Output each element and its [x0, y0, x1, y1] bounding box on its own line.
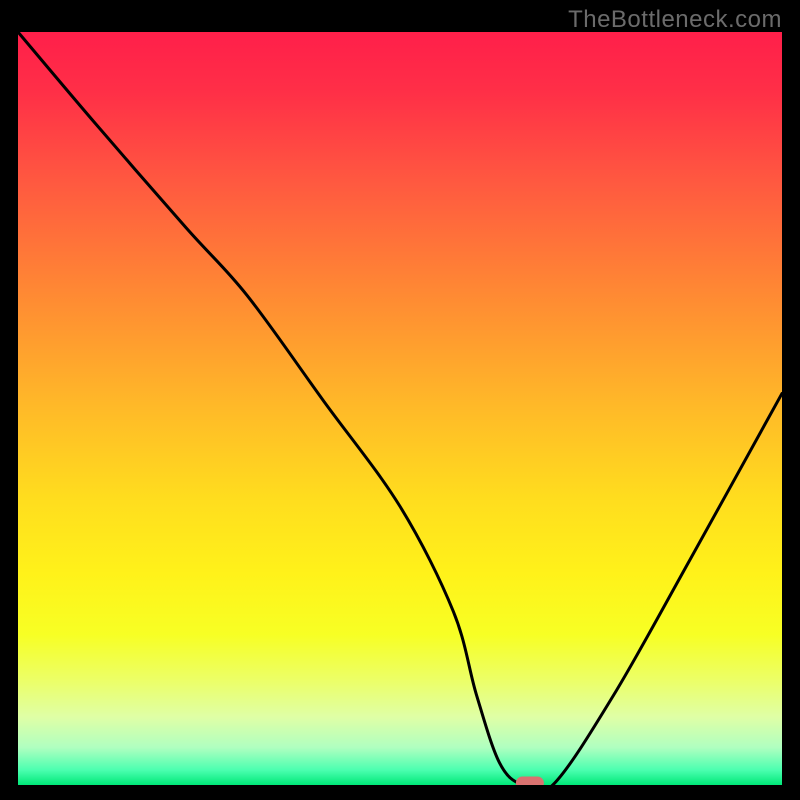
- bottleneck-curve: [18, 32, 782, 785]
- chart-frame: TheBottleneck.com: [0, 0, 800, 800]
- watermark-text: TheBottleneck.com: [568, 6, 782, 34]
- chart-svg: [18, 32, 782, 785]
- plot-area: [18, 32, 782, 785]
- minimum-marker: [516, 777, 544, 786]
